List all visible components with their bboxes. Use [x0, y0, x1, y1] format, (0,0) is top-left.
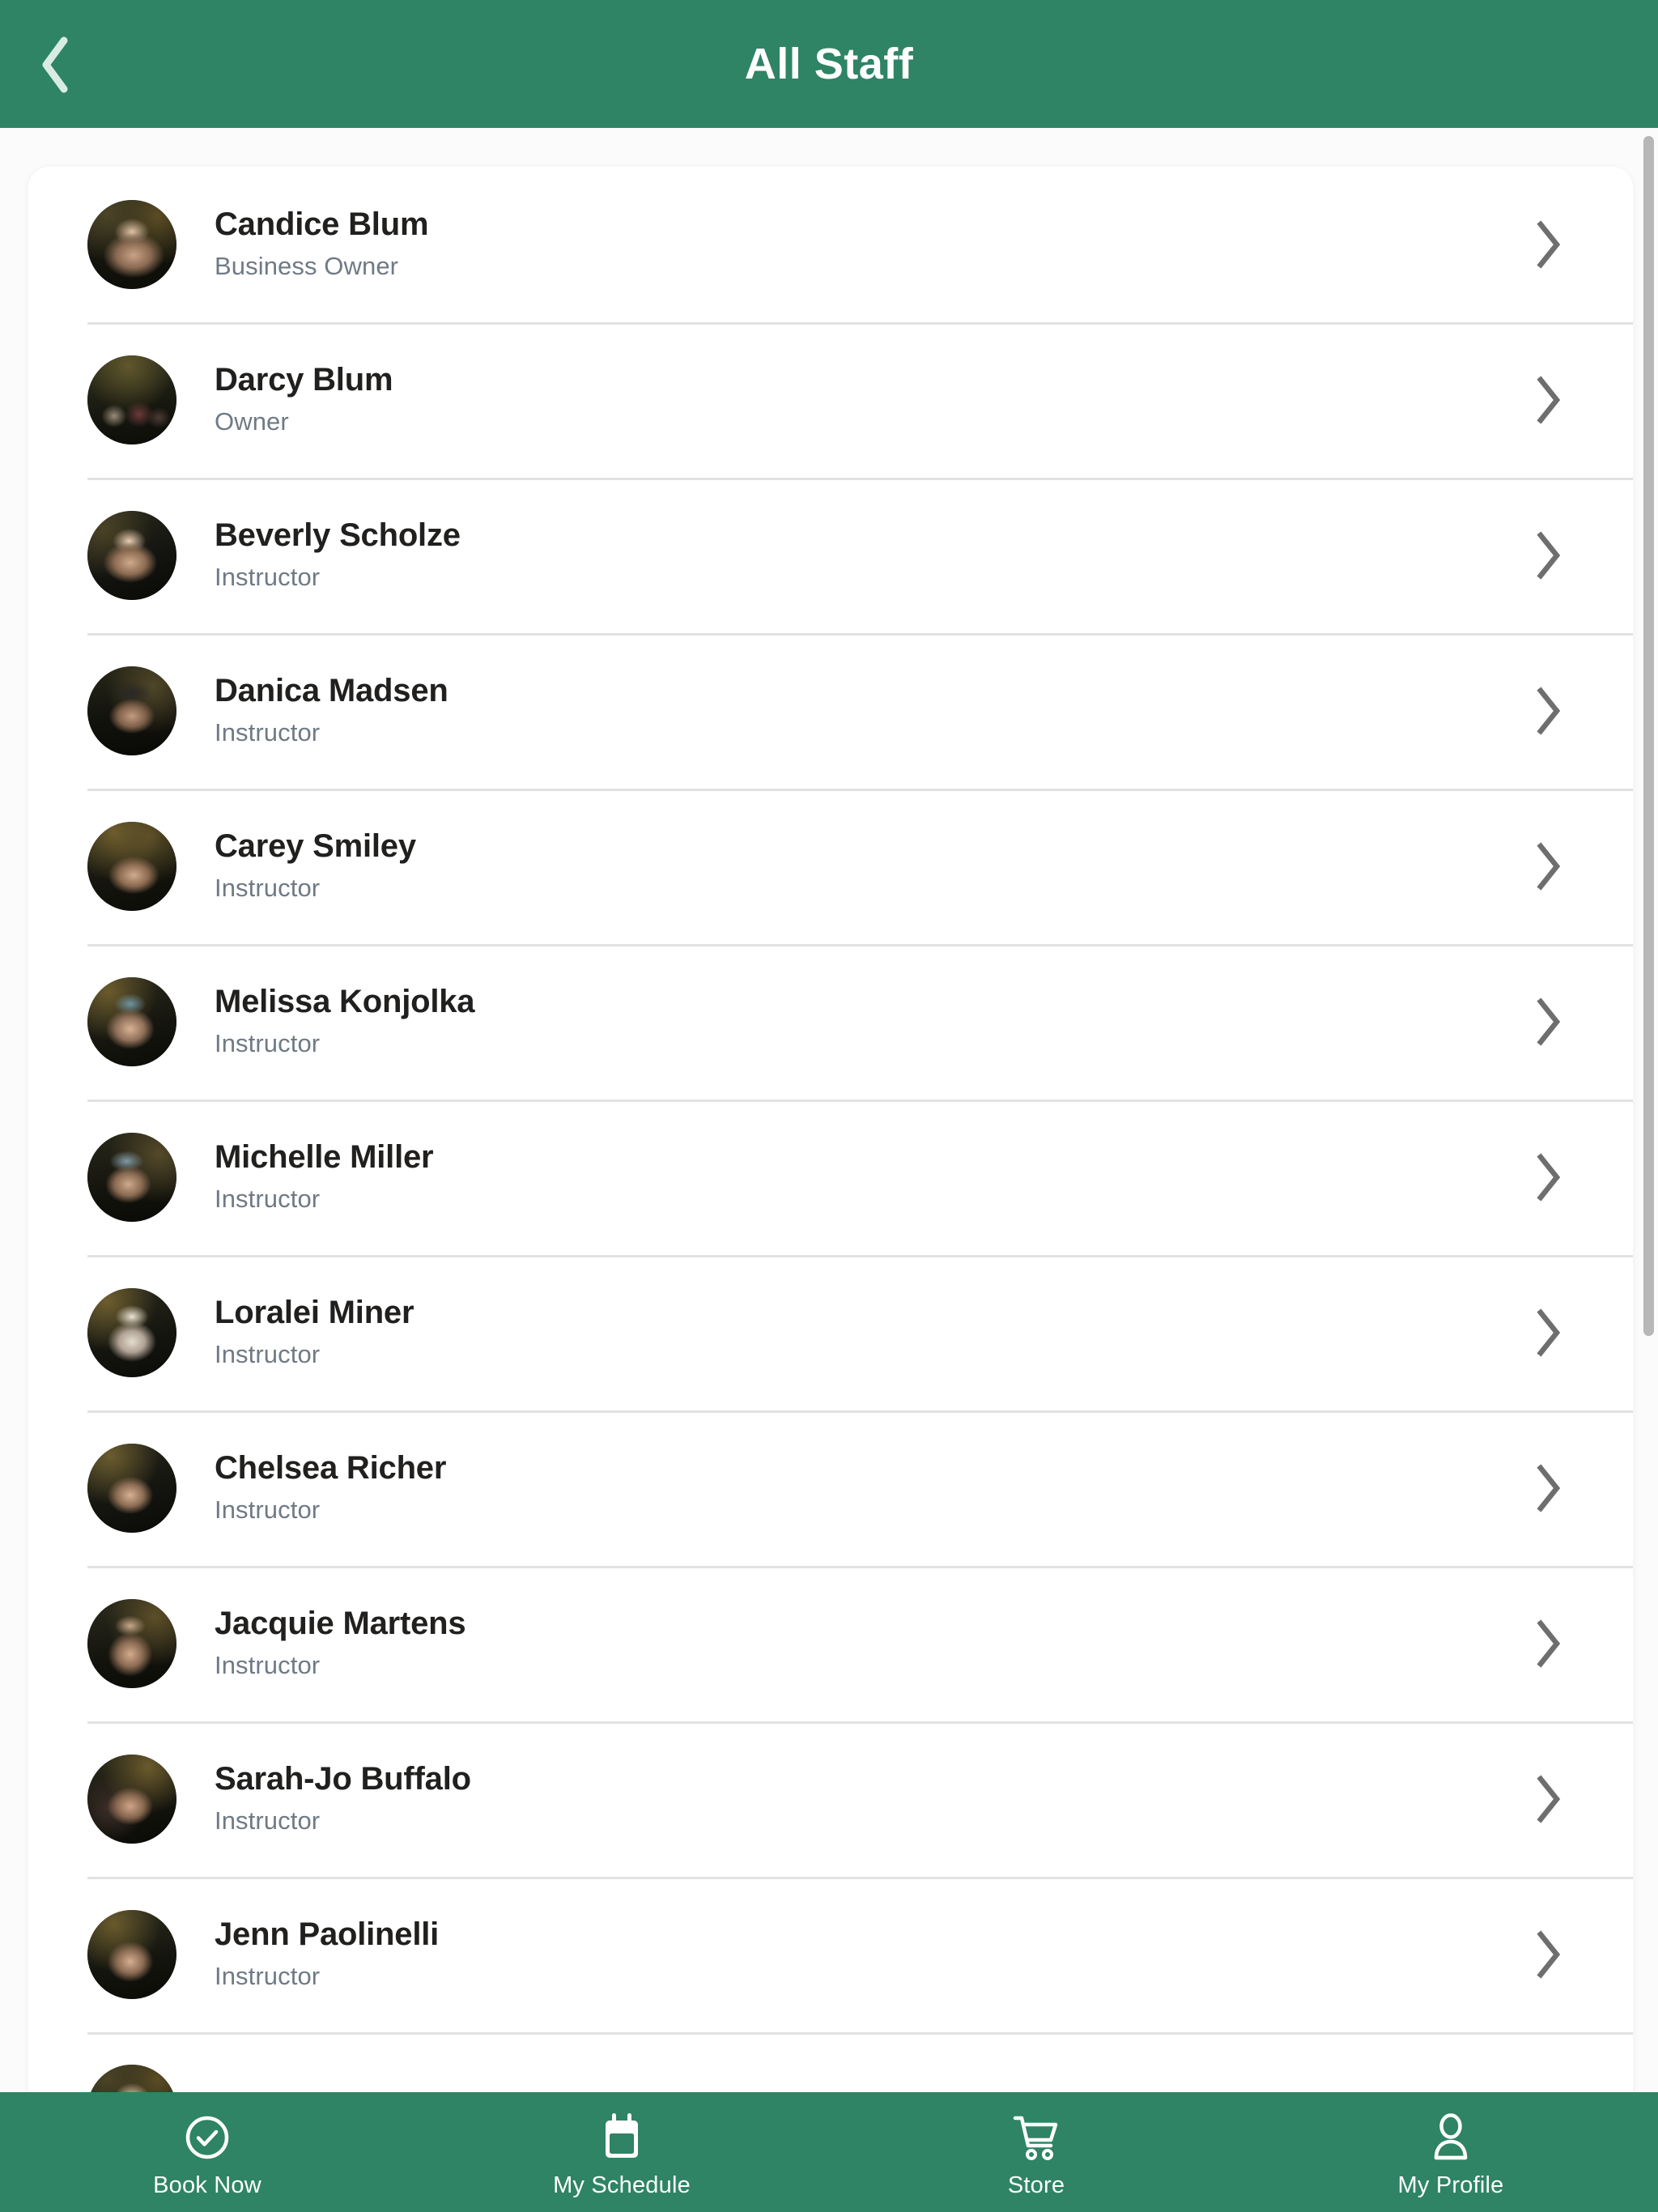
avatar: [87, 355, 176, 445]
calendar-icon: [598, 2112, 645, 2163]
staff-name: Sarah-Jo Buffalo: [215, 1761, 471, 1797]
staff-info: Candice Blum Business Owner: [176, 206, 1526, 283]
avatar: [87, 200, 176, 289]
avatar: [87, 1444, 176, 1533]
staff-list-scroll-area[interactable]: Candice Blum Business Owner Darcy Blum Owne…: [0, 128, 1658, 2092]
staff-info: Darcy Blum Owner: [176, 361, 1526, 439]
avatar: [87, 1288, 176, 1377]
staff-name: Jenn Paolinelli: [215, 1916, 440, 1953]
staff-role: Instructor: [215, 874, 321, 903]
avatar: [87, 1133, 176, 1222]
staff-role: Instructor: [215, 1029, 321, 1058]
chevron-right-icon[interactable]: [1526, 1619, 1571, 1668]
staff-role: Instructor: [215, 1185, 321, 1214]
staff-row[interactable]: Melissa Konjolka Instructor: [28, 944, 1633, 1100]
chevron-right-icon[interactable]: [1526, 531, 1571, 580]
avatar: [87, 511, 176, 600]
nav-item-my-profile[interactable]: My Profile: [1244, 2092, 1658, 2212]
staff-name: Candice Blum: [215, 206, 429, 243]
staff-row[interactable]: Danica Madsen Instructor: [28, 633, 1633, 789]
bottom-navigation: Book Now My Schedule Store My Profile: [0, 2092, 1658, 2212]
staff-info: Danica Madsen Instructor: [176, 672, 1526, 750]
staff-name: Carey Smiley: [215, 828, 416, 865]
all-staff-screen: All Staff Candice Blum Business Owner Darc…: [0, 0, 1658, 2212]
staff-info: Chelsea Richer Instructor: [176, 1449, 1526, 1527]
staff-name: Jacquie Martens: [215, 1606, 466, 1642]
avatar: [87, 666, 176, 755]
nav-label-store: Store: [1007, 2172, 1065, 2198]
avatar: [87, 977, 176, 1066]
staff-name: Loralei Miner: [215, 1295, 414, 1331]
page-title: All Staff: [744, 40, 914, 88]
staff-row[interactable]: Sarah-Jo Buffalo Instructor: [28, 1721, 1633, 1877]
avatar: [87, 1910, 176, 1999]
chevron-right-icon[interactable]: [1526, 1775, 1571, 1823]
staff-role: Business Owner: [215, 252, 399, 281]
staff-role: Instructor: [215, 1495, 321, 1525]
chevron-right-icon[interactable]: [1526, 1930, 1571, 1979]
chevron-right-icon[interactable]: [1526, 998, 1571, 1046]
avatar: [87, 1755, 176, 1844]
chevron-right-icon[interactable]: [1526, 220, 1571, 269]
staff-role: Instructor: [215, 1962, 321, 1991]
staff-name: Darcy Blum: [215, 362, 393, 398]
chevron-right-icon[interactable]: [1526, 842, 1571, 891]
staff-info: Michelle Miller Instructor: [176, 1138, 1526, 1216]
chevron-right-icon[interactable]: [1526, 376, 1571, 424]
staff-info: Jacquie Martens Instructor: [176, 1605, 1526, 1682]
nav-item-book-now[interactable]: Book Now: [0, 2092, 414, 2212]
nav-item-my-schedule[interactable]: My Schedule: [414, 2092, 829, 2212]
staff-row[interactable]: Darcy Blum Owner: [28, 322, 1633, 478]
staff-name: Chelsea Richer: [215, 1450, 447, 1487]
staff-row[interactable]: Beverly Scholze Instructor: [28, 478, 1633, 633]
avatar: [87, 1599, 176, 1688]
staff-info: Sarah-Jo Buffalo Instructor: [176, 1760, 1526, 1838]
nav-label-my-schedule: My Schedule: [553, 2172, 691, 2198]
staff-row[interactable]: Carey Smiley Instructor: [28, 789, 1633, 944]
staff-row[interactable]: Candice Blum Business Owner: [28, 167, 1633, 322]
check-circle-icon: [184, 2112, 231, 2163]
scrollbar-thumb[interactable]: [1643, 136, 1654, 1336]
staff-name: Michelle Miller: [215, 1139, 434, 1176]
chevron-right-icon[interactable]: [1526, 1308, 1571, 1357]
staff-row[interactable]: Michelle Miller Instructor: [28, 1100, 1633, 1255]
app-header: All Staff: [0, 0, 1658, 128]
shopping-cart-icon: [1011, 2112, 1061, 2163]
staff-role: Instructor: [215, 1651, 321, 1680]
staff-role: Owner: [215, 407, 289, 436]
nav-label-book-now: Book Now: [153, 2172, 261, 2198]
chevron-right-icon[interactable]: [1526, 1153, 1571, 1202]
staff-info: Jenn Paolinelli Instructor: [176, 1916, 1526, 1993]
chevron-right-icon[interactable]: [1526, 687, 1571, 735]
staff-info: Carey Smiley Instructor: [176, 827, 1526, 905]
staff-row[interactable]: Loralei Miner Instructor: [28, 1255, 1633, 1410]
staff-name: Melissa Konjolka: [215, 984, 475, 1020]
scrollbar-track[interactable]: [1643, 128, 1658, 2092]
back-button[interactable]: [19, 29, 91, 100]
staff-role: Instructor: [215, 563, 321, 592]
staff-info: Melissa Konjolka Instructor: [176, 983, 1526, 1061]
staff-list-card: Candice Blum Business Owner Darcy Blum Owne…: [28, 167, 1633, 2092]
staff-role: Instructor: [215, 718, 321, 747]
staff-name: Danica Madsen: [215, 673, 449, 709]
staff-role: Instructor: [215, 1806, 321, 1836]
staff-row[interactable]: Jenn Paolinelli Instructor: [28, 1877, 1633, 2032]
nav-item-store[interactable]: Store: [829, 2092, 1244, 2212]
avatar: [87, 822, 176, 911]
staff-row-partial[interactable]: [28, 2032, 1633, 2092]
staff-role: Instructor: [215, 1340, 321, 1369]
staff-info: Beverly Scholze Instructor: [176, 517, 1526, 594]
avatar: [87, 2065, 176, 2092]
chevron-right-icon[interactable]: [1526, 1464, 1571, 1512]
person-icon: [1427, 2112, 1474, 2163]
staff-row[interactable]: Chelsea Richer Instructor: [28, 1410, 1633, 1566]
nav-label-my-profile: My Profile: [1397, 2172, 1504, 2198]
staff-row[interactable]: Jacquie Martens Instructor: [28, 1566, 1633, 1721]
chevron-left-icon: [36, 36, 74, 94]
staff-info: Loralei Miner Instructor: [176, 1294, 1526, 1372]
staff-name: Beverly Scholze: [215, 517, 461, 554]
